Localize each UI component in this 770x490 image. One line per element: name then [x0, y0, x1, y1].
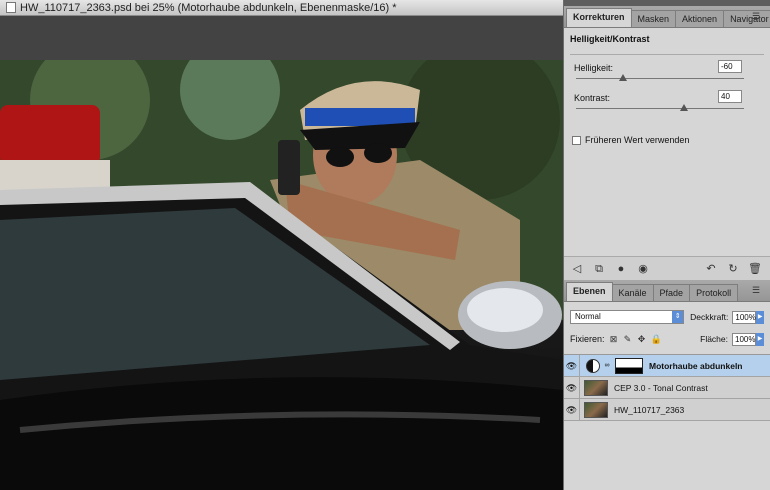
brightness-track[interactable]: [576, 78, 744, 79]
layers-panel: Normal ⇕ Deckkraft: 100% ▶ Fixieren: ⊠ ✎…: [564, 302, 770, 490]
layer-name: Motorhaube abdunkeln: [649, 360, 743, 371]
blend-mode-value: Normal: [575, 312, 601, 321]
link-chain-icon[interactable]: ∞: [603, 362, 611, 369]
layer-row[interactable]: 👁 CEP 3.0 - Tonal Contrast: [564, 376, 770, 399]
document-title-bar[interactable]: HW_110717_2363.psd bei 25% (Motorhaube a…: [0, 0, 563, 16]
document-canvas-backdrop: [0, 16, 563, 60]
layer-controls: Normal ⇕ Deckkraft: 100% ▶ Fixieren: ⊠ ✎…: [564, 302, 770, 354]
brightness-thumb[interactable]: [619, 74, 628, 81]
tab-aktionen[interactable]: Aktionen: [675, 10, 725, 27]
eye-icon[interactable]: 👁: [564, 354, 580, 377]
sunglasses-left: [326, 147, 354, 167]
brightness-input[interactable]: -60: [718, 60, 742, 73]
document-title: HW_110717_2363.psd bei 25% (Motorhaube a…: [20, 1, 397, 14]
trash-icon[interactable]: 🗑: [748, 262, 762, 276]
panel-menu-icon[interactable]: ☰: [752, 11, 766, 21]
layer-row[interactable]: 👁 HW_110717_2363: [564, 398, 770, 421]
layer-row[interactable]: 👁 ∞ Motorhaube abdunkeln: [564, 354, 770, 377]
sunglasses-right: [364, 143, 392, 163]
tab-pfade[interactable]: Pfade: [652, 284, 691, 301]
tab-masken[interactable]: Masken: [630, 10, 677, 27]
tab-ebenen[interactable]: Ebenen: [566, 282, 613, 301]
contrast-slider-row: Kontrast: 40: [570, 90, 764, 123]
legacy-option[interactable]: Früheren Wert verwenden: [570, 135, 764, 145]
opacity-dropdown-icon[interactable]: ▶: [756, 310, 764, 324]
lock-position-icon[interactable]: ✥: [637, 334, 647, 344]
legacy-checkbox-label: Früheren Wert verwenden: [585, 135, 690, 145]
layer-thumbnail: [584, 379, 608, 396]
view-previous-icon[interactable]: ↶: [704, 262, 718, 276]
select-arrow-icon: ⇕: [672, 311, 684, 323]
fill-input[interactable]: 100%: [732, 332, 756, 346]
tab-kanaele[interactable]: Kanäle: [611, 284, 654, 301]
panel-dock: Korrekturen Masken Aktionen Navigator ☰ …: [563, 0, 770, 490]
car-hood: [0, 377, 563, 490]
adjustments-toolbar: ◁ ⧉ ● ◉ ↶ ↻ 🗑: [564, 256, 770, 280]
handgun: [278, 140, 300, 195]
mirror-highlight: [467, 288, 543, 332]
opacity-label: Deckkraft:: [690, 312, 729, 322]
blend-opacity-row: Normal ⇕ Deckkraft: 100% ▶: [570, 308, 764, 326]
blend-mode-select[interactable]: Normal ⇕: [570, 310, 685, 324]
siren-light: [0, 105, 100, 165]
lock-fill-row: Fixieren: ⊠ ✎ ✥ 🔒 Fläche: 100% ▶: [570, 330, 764, 348]
eye-icon[interactable]: 👁: [564, 398, 580, 421]
contrast-label: Kontrast:: [574, 93, 611, 103]
layers-panel-menu-icon[interactable]: ☰: [752, 285, 766, 295]
lock-all-icon[interactable]: 🔒: [651, 334, 662, 344]
lock-label: Fixieren:: [570, 334, 605, 344]
expand-view-icon[interactable]: ⧉: [592, 262, 606, 276]
image-canvas[interactable]: [0, 60, 563, 490]
lock-transparency-icon[interactable]: ⊠: [609, 334, 619, 344]
return-to-list-icon[interactable]: ◁: [570, 262, 584, 276]
opacity-input[interactable]: 100%: [732, 310, 757, 324]
layer-name: HW_110717_2363: [614, 404, 685, 415]
siren-base: [0, 160, 110, 190]
brightness-slider-row: Helligkeit: -60: [570, 60, 764, 93]
tab-protokoll[interactable]: Protokoll: [689, 284, 739, 301]
brightness-label: Helligkeit:: [574, 63, 614, 73]
adjustment-layer-icon: [586, 358, 600, 373]
hat-band: [305, 108, 415, 126]
visibility-eye-icon[interactable]: ◉: [636, 262, 650, 276]
adjustment-title: Helligkeit/Kontrast: [570, 34, 650, 44]
clip-to-layer-icon[interactable]: ●: [614, 262, 628, 276]
eye-icon[interactable]: 👁: [564, 376, 580, 399]
fill-label: Fläche:: [700, 334, 728, 344]
contrast-thumb[interactable]: [680, 104, 689, 111]
adjustments-panel: Helligkeit/Kontrast Helligkeit: -60 Kont…: [564, 28, 770, 280]
legacy-checkbox[interactable]: [572, 135, 581, 145]
document-icon: [6, 2, 16, 13]
photo-illustration: [0, 60, 563, 490]
adjustments-tab-bar: Korrekturen Masken Aktionen Navigator ☰: [564, 6, 770, 28]
contrast-input[interactable]: 40: [718, 90, 742, 103]
divider: [570, 54, 764, 55]
layer-name: CEP 3.0 - Tonal Contrast: [614, 382, 708, 393]
layer-list: 👁 ∞ Motorhaube abdunkeln 👁 CEP 3.0 - Ton…: [564, 354, 770, 421]
layer-mask-thumbnail[interactable]: [615, 357, 643, 374]
lock-image-icon[interactable]: ✎: [623, 334, 633, 344]
layers-tab-bar: Ebenen Kanäle Pfade Protokoll ☰: [564, 280, 770, 302]
contrast-track[interactable]: [576, 108, 744, 109]
layer-thumbnail: [584, 401, 608, 418]
reset-icon[interactable]: ↻: [726, 262, 740, 276]
tab-korrekturen[interactable]: Korrekturen: [566, 8, 632, 27]
fill-dropdown-icon[interactable]: ▶: [756, 332, 764, 346]
